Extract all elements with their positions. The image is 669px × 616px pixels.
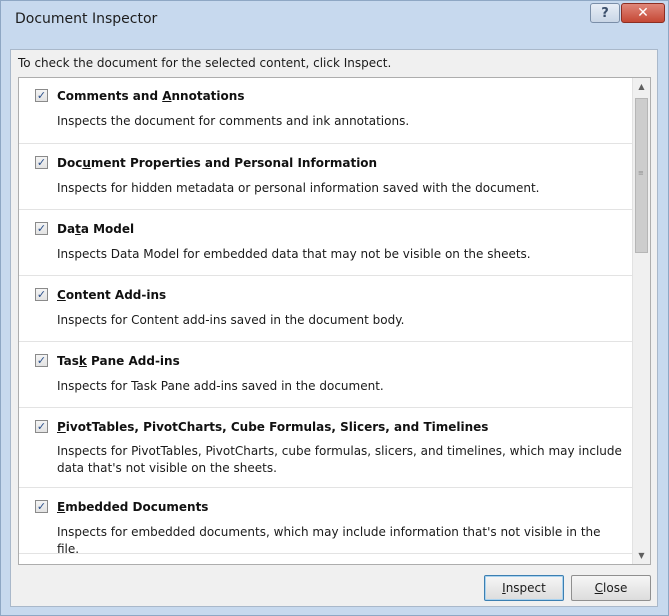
option-heading[interactable]: Embedded Documents [57, 500, 208, 514]
help-button[interactable]: ? [590, 3, 620, 23]
embedded-documents-checkbox[interactable]: ✓ [35, 500, 48, 513]
option-document-properties: ✓ Document Properties and Personal Infor… [19, 144, 632, 210]
dialog-title: Document Inspector [15, 11, 158, 27]
check-icon: ✓ [36, 156, 47, 169]
check-icon: ✓ [36, 288, 47, 301]
option-data-model: ✓ Data Model Inspects Data Model for emb… [19, 210, 632, 276]
check-icon: ✓ [36, 89, 47, 102]
task-pane-add-ins-checkbox[interactable]: ✓ [35, 354, 48, 367]
option-description: Inspects Data Model for embedded data th… [57, 247, 531, 261]
option-heading[interactable]: PivotTables, PivotCharts, Cube Formulas,… [57, 420, 488, 434]
content-add-ins-checkbox[interactable]: ✓ [35, 288, 48, 301]
option-description: Inspects for hidden metadata or personal… [57, 181, 540, 195]
comments-annotations-checkbox[interactable]: ✓ [35, 89, 48, 102]
check-icon: ✓ [36, 354, 47, 367]
option-heading[interactable]: Task Pane Add-ins [57, 354, 180, 368]
check-icon: ✓ [36, 500, 47, 513]
close-icon: ✕ [637, 5, 649, 21]
option-comments-annotations: ✓ Comments and Annotations Inspects the … [19, 78, 632, 144]
option-description: Inspects for embedded documents, which m… [57, 525, 601, 556]
option-pivottables: ✓ PivotTables, PivotCharts, Cube Formula… [19, 408, 632, 488]
title-bar[interactable]: Document Inspector ? ✕ [1, 1, 668, 37]
option-heading[interactable]: Comments and Annotations [57, 89, 244, 103]
option-heading[interactable]: Document Properties and Personal Informa… [57, 156, 377, 170]
check-icon: ✓ [36, 420, 47, 433]
option-description: Inspects for Task Pane add-ins saved in … [57, 379, 384, 393]
option-description: Inspects the document for comments and i… [57, 114, 410, 128]
help-icon: ? [601, 5, 609, 21]
inspection-options-list: ✓ Comments and Annotations Inspects the … [18, 77, 651, 565]
option-task-pane-add-ins: ✓ Task Pane Add-ins Inspects for Task Pa… [19, 342, 632, 408]
vertical-scrollbar[interactable]: ▲ ≡ ▼ [632, 78, 650, 564]
instruction-text: To check the document for the selected c… [18, 56, 392, 70]
option-heading[interactable]: Data Model [57, 222, 134, 236]
grip-icon: ≡ [638, 169, 644, 177]
scroll-up-arrow-icon[interactable]: ▲ [633, 78, 650, 95]
document-properties-checkbox[interactable]: ✓ [35, 156, 48, 169]
option-content-add-ins: ✓ Content Add-ins Inspects for Content a… [19, 276, 632, 342]
scroll-down-arrow-icon[interactable]: ▼ [633, 547, 650, 564]
close-button[interactable]: Close [571, 575, 651, 601]
scrollbar-thumb[interactable]: ≡ [635, 98, 648, 253]
option-heading[interactable]: Content Add-ins [57, 288, 166, 302]
close-window-button[interactable]: ✕ [621, 3, 665, 23]
dialog-body: To check the document for the selected c… [10, 49, 658, 607]
pivottables-checkbox[interactable]: ✓ [35, 420, 48, 433]
inspect-button[interactable]: Inspect [484, 575, 564, 601]
option-embedded-documents: ✓ Embedded Documents Inspects for embedd… [19, 488, 632, 556]
document-inspector-dialog: Document Inspector ? ✕ To check the docu… [0, 0, 669, 616]
data-model-checkbox[interactable]: ✓ [35, 222, 48, 235]
option-description: Inspects for Content add-ins saved in th… [57, 313, 405, 327]
option-description: Inspects for PivotTables, PivotCharts, c… [57, 444, 622, 475]
check-icon: ✓ [36, 222, 47, 235]
